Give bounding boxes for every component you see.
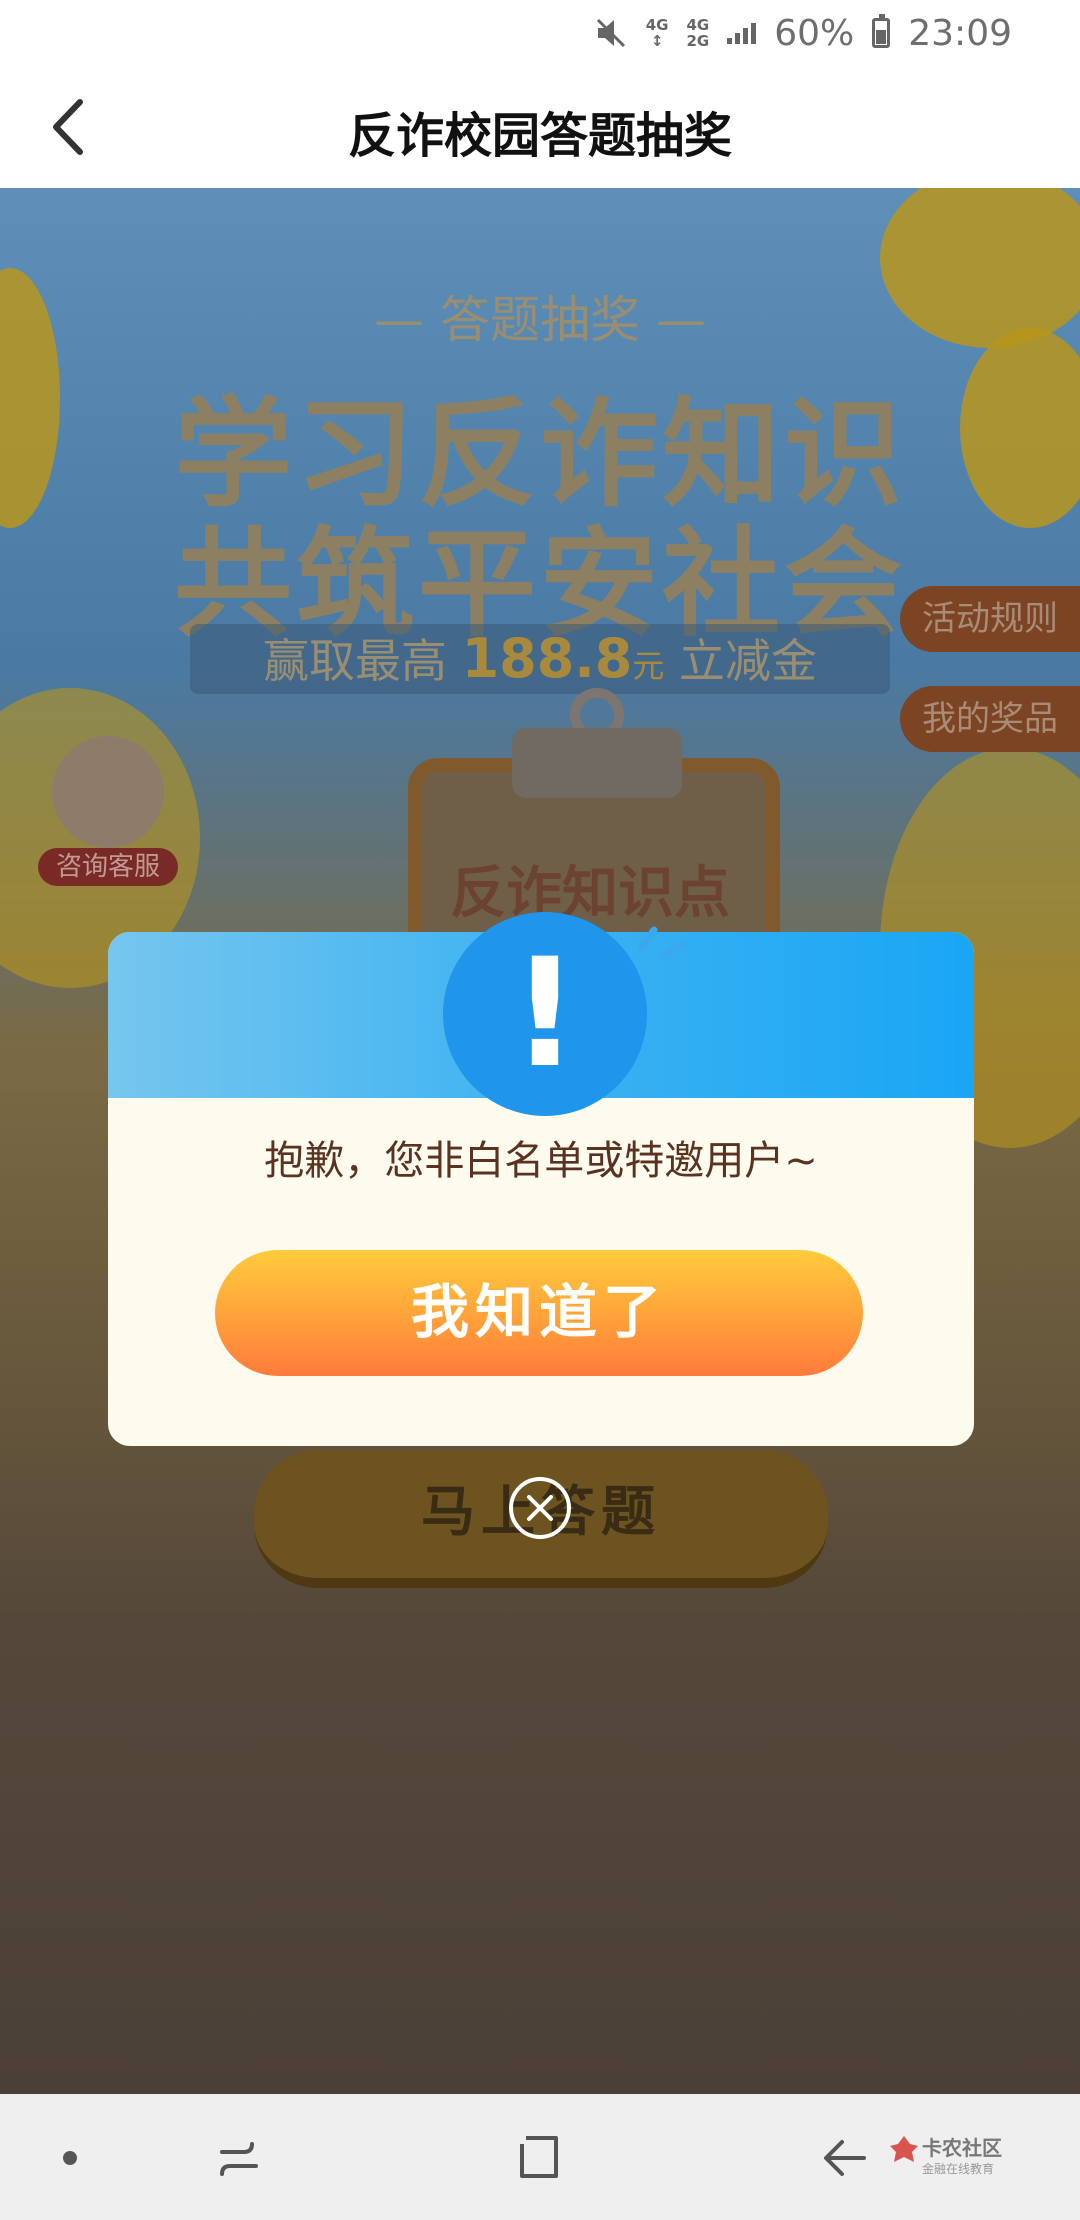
sparkle-icon (638, 926, 686, 960)
watermark-subtitle: 金融在线教育 (922, 2162, 995, 2176)
my-prizes-button[interactable]: 我的奖品 (900, 686, 1080, 752)
clock: 23:09 (908, 12, 1012, 54)
watermark-title: 卡农社区 (922, 2136, 1002, 2160)
acknowledge-button[interactable]: 我知道了 (215, 1250, 863, 1376)
customer-service-button[interactable]: 咨询客服 (38, 728, 178, 888)
network-4g-2g-indicator: 4G 2G (686, 16, 710, 50)
prize-amount: 188.8 (461, 627, 633, 690)
page-title: 反诈校园答题抽奖 (347, 108, 732, 164)
alert-dialog: ! 抱歉，您非白名单或特邀用户~ 我知道了 (108, 912, 974, 1446)
back-nav-button[interactable] (818, 2130, 874, 2186)
battery-icon (872, 14, 891, 48)
recent-apps-button[interactable] (212, 2130, 268, 2186)
status-bar: 4G ↕ 4G 2G 60% 23:09 (0, 0, 1080, 66)
recent-apps-icon (220, 2142, 258, 2176)
activity-rules-button[interactable]: 活动规则 (900, 586, 1080, 652)
signal-icon (727, 22, 757, 44)
dot-icon (63, 2151, 77, 2165)
customer-service-label: 咨询客服 (38, 848, 178, 886)
network-4g-indicator: 4G ↕ (645, 16, 669, 50)
status-icons: 4G ↕ 4G 2G 60% 23:09 (594, 8, 1012, 58)
battery-percent: 60% (774, 12, 855, 54)
watermark-logo: 卡农社区 金融在线教育 (888, 2130, 1018, 2190)
close-circle-icon (509, 1477, 571, 1539)
kanong-logo-icon (890, 2136, 918, 2162)
home-button[interactable] (512, 2130, 568, 2186)
mascot-avatar (52, 736, 164, 848)
dialog-close-button[interactable] (508, 1476, 572, 1540)
navigation-bar: 卡农社区 金融在线教育 (0, 2094, 1080, 2220)
clipboard-clip (512, 728, 682, 798)
mute-icon (596, 18, 625, 48)
dialog-message: 抱歉，您非白名单或特邀用户~ (264, 1138, 818, 1184)
exclamation-icon: ! (443, 912, 647, 1116)
back-arrow-icon (824, 2140, 866, 2176)
banner-subtitle: — 答题抽奖 — (374, 291, 706, 349)
home-square-icon (520, 2136, 558, 2178)
title-bar: 反诈校园答题抽奖 (0, 66, 1080, 189)
prize-banner: 赢取最高 188.8元 立减金 (190, 624, 890, 694)
nav-dot-button[interactable] (42, 2130, 98, 2186)
